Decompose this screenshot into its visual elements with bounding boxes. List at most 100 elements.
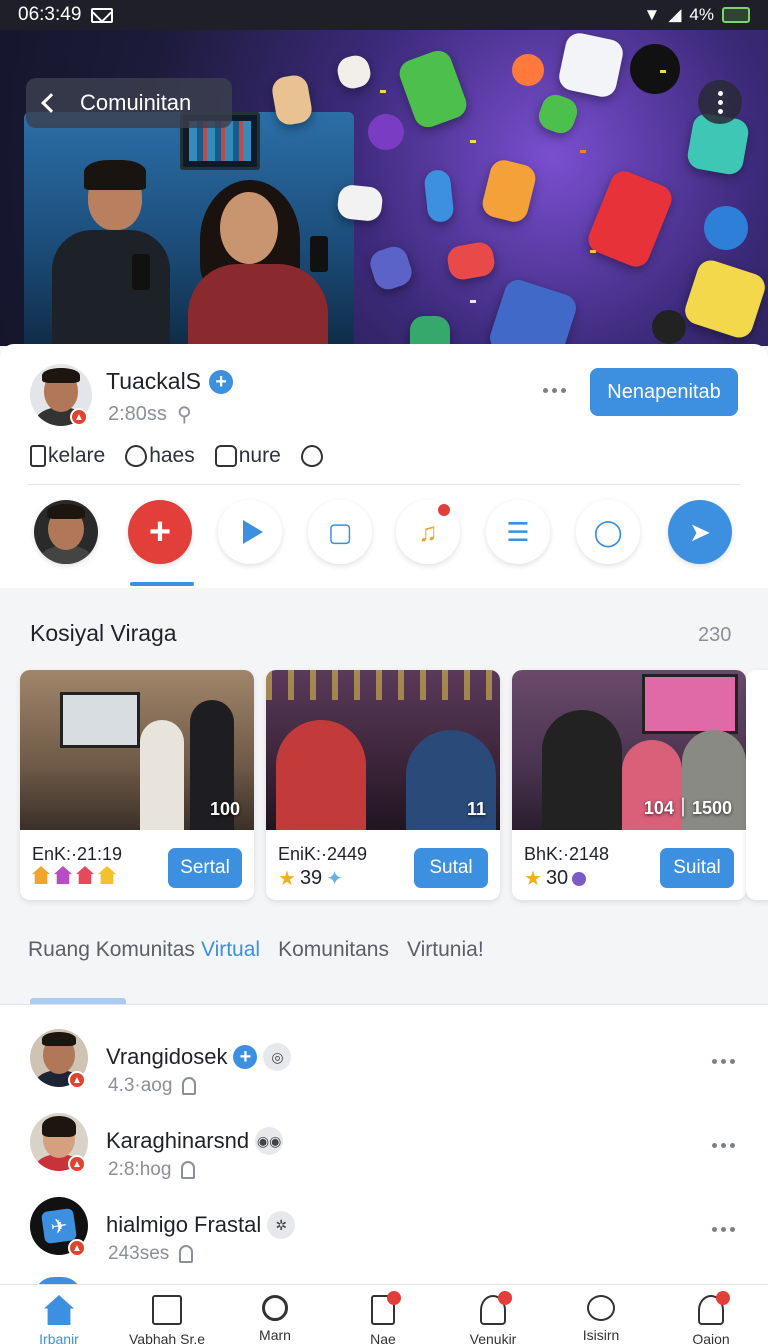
- house-icon: [32, 866, 50, 884]
- member-avatar-button[interactable]: [34, 500, 98, 564]
- nav-label: Oaion: [692, 1331, 730, 1344]
- nav-label: Marn: [259, 1327, 291, 1343]
- tile-count: 104｜1500: [643, 798, 732, 818]
- live-badge-icon: ▲: [70, 408, 88, 426]
- tile-icons: [32, 866, 116, 884]
- house-icon: [98, 866, 116, 884]
- share-action-label: nure: [238, 444, 281, 467]
- nav-label: Venukir: [469, 1331, 517, 1344]
- music-button[interactable]: ♫: [396, 500, 460, 564]
- nav-list[interactable]: Nae: [328, 1291, 438, 1344]
- bookmark-icon: [30, 445, 46, 467]
- grid-icon: [152, 1295, 182, 1325]
- signal-icon: ◢: [668, 5, 682, 24]
- hero-person-man: [52, 160, 170, 346]
- confetti: [660, 70, 666, 73]
- home-icon: [44, 1295, 74, 1325]
- active-indicator: [130, 582, 194, 586]
- bottom-nav: Irbanir Vabhah Sr.e Marn Nae Venukir Isi…: [0, 1284, 768, 1344]
- save-action[interactable]: kelare: [30, 444, 105, 468]
- send-button[interactable]: ➤: [668, 500, 732, 564]
- tile-rating-value: 30: [545, 867, 569, 889]
- tab-ruang-komunitas[interactable]: Ruang Komunitas: [28, 938, 195, 962]
- back-button[interactable]: Comuinitan: [26, 78, 232, 128]
- member-list: ▲ Vrangidosek + ◎ 4.3·aog ▲ Karaghinarsn…: [0, 1004, 768, 1297]
- battery-percent: 4%: [689, 5, 714, 24]
- nav-home[interactable]: Irbanir: [4, 1295, 114, 1344]
- bell-icon: [181, 1161, 196, 1179]
- battery-icon: [722, 7, 750, 23]
- floating-app-icon: [334, 52, 374, 92]
- person-icon: ◯: [593, 516, 623, 547]
- tab-komunitans[interactable]: Komunitans: [278, 938, 389, 962]
- tile-label: EniK:·2449: [278, 844, 368, 864]
- tile-count: 100: [209, 799, 240, 819]
- bell-icon: [182, 1077, 197, 1095]
- list-item[interactable]: ▲ Karaghinarsnd ◉◉ 2:8:hog: [0, 1101, 768, 1185]
- member-time: 2:8:hog: [108, 1159, 172, 1180]
- share-action[interactable]: nure: [214, 444, 281, 468]
- nav-account[interactable]: Oaion: [656, 1291, 766, 1344]
- room-tile[interactable]: 11 EniK:·2449 ★ 39 ✦ Sutal: [266, 670, 500, 900]
- tablet-button[interactable]: ▢: [308, 500, 372, 564]
- document-icon: ☰: [506, 516, 530, 547]
- floating-orb: [368, 114, 404, 150]
- nav-label: Nae: [370, 1331, 396, 1344]
- favorite-action[interactable]: [300, 444, 323, 468]
- spin-icon: ✲: [267, 1211, 296, 1239]
- join-button[interactable]: Nenapenitab: [590, 368, 738, 416]
- nav-favorites[interactable]: Isisirn: [546, 1295, 656, 1343]
- tile-count: 11: [466, 799, 486, 819]
- nav-profile[interactable]: Venukir: [438, 1291, 548, 1344]
- member-time: 4.3·aog: [108, 1075, 173, 1096]
- bell-icon: [179, 1245, 194, 1263]
- notification-dot: [438, 504, 450, 516]
- floating-app-icon: [556, 30, 626, 100]
- floating-app-icon: [336, 183, 384, 223]
- person-button[interactable]: ◯: [576, 500, 640, 564]
- tab-virtunia[interactable]: Virtunia!: [407, 938, 484, 962]
- member-more-button[interactable]: [712, 1143, 735, 1148]
- floating-orb: [652, 310, 686, 344]
- document-button[interactable]: ☰: [486, 500, 550, 564]
- live-badge-icon: ▲: [68, 1239, 86, 1257]
- tablet-icon: ▢: [327, 516, 353, 547]
- star-icon: ★: [524, 868, 542, 890]
- member-name: hialmigo Frastal: [106, 1212, 262, 1237]
- member-more-button[interactable]: [712, 1059, 735, 1064]
- list-item[interactable]: ✈ ▲ hialmigo Frastal ✲ 243ses: [0, 1185, 768, 1269]
- tile-rating: ★ 39 ✦: [278, 866, 343, 891]
- heart-icon: [125, 445, 148, 467]
- like-action-label: haes: [149, 444, 195, 467]
- status-bar: 06:3:49 ▼ ◢ 4%: [0, 0, 768, 30]
- room-tile[interactable]: 104｜1500 BhK:·2148 ★ 30 Suital: [512, 670, 746, 900]
- save-action-label: kelare: [48, 444, 106, 467]
- confetti: [470, 300, 476, 303]
- hero-person-woman: [180, 180, 350, 346]
- member-name: Vrangidosek: [106, 1044, 228, 1069]
- list-item[interactable]: ▲ Vrangidosek + ◎ 4.3·aog: [0, 1017, 768, 1101]
- confetti: [470, 140, 476, 143]
- more-options-button[interactable]: [543, 388, 566, 393]
- like-action[interactable]: haes: [125, 444, 195, 468]
- floating-app-icon: [423, 168, 455, 224]
- member-more-button[interactable]: [712, 1227, 735, 1232]
- tab-virtual[interactable]: Virtual: [201, 938, 260, 962]
- overflow-menu-button[interactable]: [698, 80, 742, 124]
- add-button[interactable]: +: [128, 500, 192, 564]
- play-button[interactable]: [218, 500, 282, 564]
- profile-icon: [480, 1291, 512, 1325]
- tile-join-button[interactable]: Suital: [660, 848, 734, 888]
- tile-join-button[interactable]: Sertal: [168, 848, 242, 888]
- nav-search[interactable]: Marn: [220, 1295, 330, 1343]
- confetti: [380, 90, 386, 93]
- nav-grid[interactable]: Vabhah Sr.e: [112, 1295, 222, 1344]
- tile-join-button[interactable]: Sutal: [414, 848, 488, 888]
- room-tile[interactable]: 100 EnK:·21:19 Sertal: [20, 670, 254, 900]
- floating-app-icon: [395, 46, 471, 132]
- room-tile-peek[interactable]: [746, 670, 768, 900]
- music-icon: ♫: [418, 516, 438, 547]
- floating-app-icon: [366, 243, 416, 293]
- house-icon: [54, 866, 72, 884]
- tile-list: 100 EnK:·21:19 Sertal 11 EniK:·2449 ★ 39…: [20, 670, 768, 902]
